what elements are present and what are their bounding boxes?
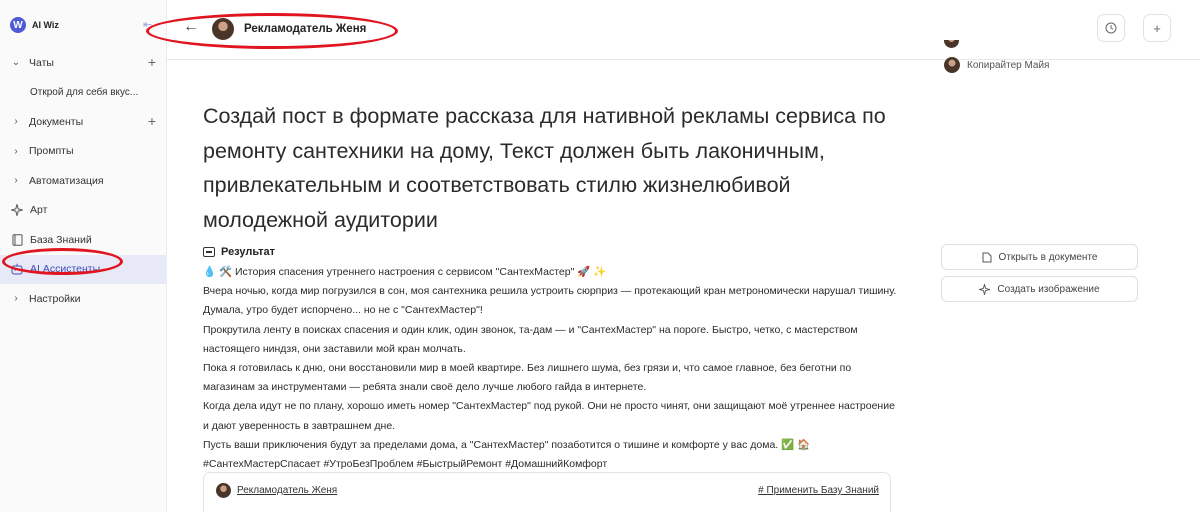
user-prompt: Создай пост в формате рассказа для натив… [203,104,886,232]
document-icon [203,247,215,257]
page-title: Рекламодатель Женя [244,23,367,35]
sidebar-item-ai-assistants[interactable]: AI Ассистенты [0,254,166,284]
chevron-right-icon: › [14,116,18,128]
sidebar-item-chats[interactable]: ⌄ Чаты + [0,48,166,78]
arrow-left-icon[interactable]: ← [183,18,199,36]
add-chat-icon[interactable]: + [148,54,156,70]
author-avatar [216,483,231,498]
sidebar-item-label: Чаты [29,56,54,69]
sidebar-item-label: Открой для себя вкус... [30,86,139,98]
book-icon [10,233,24,247]
plus-icon: + [1153,20,1161,36]
sidebar-item-label: Промпты [29,145,74,158]
participant-avatar [944,57,960,73]
sparkle-icon [10,203,24,217]
sidebar-item-label: AI Ассистенты [30,263,101,276]
brand[interactable]: W AI Wiz [10,17,59,33]
sidebar-item-art[interactable]: Арт [0,196,166,226]
add-document-icon[interactable]: + [148,113,156,129]
result-line: Вчера ночью, когда мир погрузился в сон,… [203,285,897,317]
result-text: 💧 🛠️ История спасения утреннего настроен… [203,263,903,474]
sidebar-item-knowledge-base[interactable]: База Знаний [0,225,166,255]
robot-icon [10,262,24,276]
sidebar-item-label: Арт [30,204,48,217]
result-line: 💧 🛠️ История спасения утреннего настроен… [203,266,607,278]
sidebar-item-label: База Знаний [30,233,92,246]
apply-knowledge-base-link[interactable]: # Применить Базу Знаний [758,485,879,496]
sparkle-icon [979,283,991,295]
participant-item[interactable]: Копирайтер Майя [944,57,1049,73]
sidebar-item-label: Настройки [29,292,81,305]
brand-logo-icon: W [10,17,26,33]
sidebar-chat-entry[interactable]: Открой для себя вкус... [0,78,166,108]
result-line: Когда дела идут не по плану, хорошо имет… [203,400,895,432]
participant-name: Копирайтер Майя [967,59,1050,71]
chevron-right-icon: › [14,175,18,187]
assistant-avatar [212,18,234,40]
create-image-button[interactable]: Создать изображение [941,276,1138,302]
chevron-right-icon: › [14,293,18,305]
button-label: Создать изображение [997,283,1100,295]
message-composer[interactable]: Рекламодатель Женя # Применить Базу Знан… [203,472,891,512]
document-icon [982,252,992,262]
button-label: Открыть в документе [998,251,1098,263]
result-line: Пусть ваши приключения будут за пределам… [203,438,811,451]
sidebar-item-prompts[interactable]: › Промпты [0,137,166,167]
result-label: Результат [221,246,276,258]
chevron-right-icon: › [14,145,18,157]
result-line: Прокрутила ленту в поисках спасения и од… [203,323,858,355]
participant-avatar-partial [944,40,959,48]
new-chat-button[interactable]: + [1143,14,1171,42]
result-line: Пока я готовилась к дню, они восстановил… [203,362,852,394]
sidebar-item-documents[interactable]: › Документы + [0,107,166,137]
clock-icon [1105,22,1117,34]
sidebar-item-label: Автоматизация [29,174,104,187]
open-in-document-button[interactable]: Открыть в документе [941,244,1138,270]
result-header: Результат [203,246,275,258]
collapse-sidebar-icon[interactable]: ⇤ [143,18,152,31]
chevron-down-icon: ⌄ [11,57,21,69]
brand-name: AI Wiz [32,20,59,30]
sidebar-item-settings[interactable]: › Настройки [0,284,166,314]
composer-author-link[interactable]: Рекламодатель Женя [237,485,337,496]
sidebar: W AI Wiz ⇤ ⌄ Чаты + Открой для себя вкус… [0,0,167,512]
sidebar-nav: ⌄ Чаты + Открой для себя вкус... › Докум… [0,48,166,314]
sidebar-item-automation[interactable]: › Автоматизация [0,166,166,196]
history-button[interactable] [1097,14,1125,42]
sidebar-item-label: Документы [29,115,84,128]
